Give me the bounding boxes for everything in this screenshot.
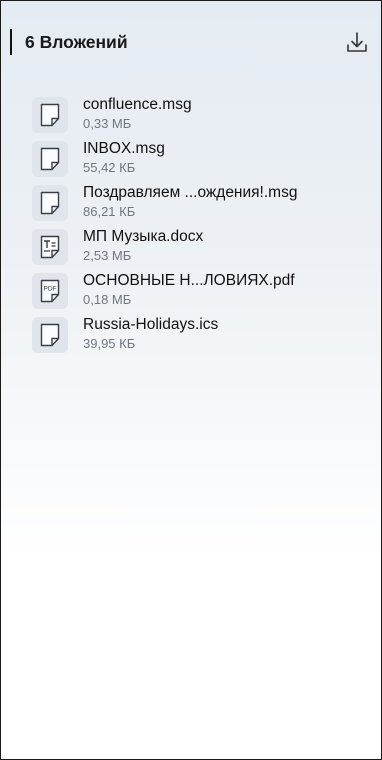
generic-file-icon <box>32 141 68 177</box>
attachment-name: МП Музыка.docx <box>83 228 204 245</box>
attachment-size: 39,95 КБ <box>83 336 136 351</box>
download-icon <box>347 32 367 52</box>
attachment-name: INBOX.msg <box>83 140 165 157</box>
generic-file-icon <box>32 317 68 353</box>
attachment-size: 2,53 МБ <box>83 248 132 263</box>
attachment-size: 0,18 МБ <box>83 292 132 307</box>
attachments-title: 6 Вложений <box>25 32 128 52</box>
attachment-item[interactable]: Russia-Holidays.ics 39,95 КБ <box>1 313 381 357</box>
attachment-size: 55,42 КБ <box>83 160 136 175</box>
attachment-name: Russia-Holidays.ics <box>83 316 219 333</box>
header-accent-bar <box>10 29 12 55</box>
download-all-button[interactable] <box>343 29 371 57</box>
attachment-item[interactable]: Поздравляем ...ождения!.msg 86,21 КБ <box>1 181 381 225</box>
generic-file-icon <box>32 97 68 133</box>
attachment-size: 86,21 КБ <box>83 204 136 219</box>
text-document-icon <box>32 229 68 265</box>
attachment-item[interactable]: PDF ОСНОВНЫЕ Н...ЛОВИЯХ.pdf 0,18 МБ <box>1 269 381 313</box>
attachment-name: Поздравляем ...ождения!.msg <box>83 184 298 201</box>
attachment-item[interactable]: INBOX.msg 55,42 КБ <box>1 137 381 181</box>
attachments-header: 6 Вложений <box>1 1 381 81</box>
pdf-icon-label: PDF <box>44 286 57 293</box>
attachments-panel: 6 Вложений confluence.msg 0,33 МБ INBOX.… <box>0 0 382 760</box>
generic-file-icon <box>32 185 68 221</box>
attachment-name: confluence.msg <box>83 96 192 113</box>
attachment-size: 0,33 МБ <box>83 116 132 131</box>
attachment-name: ОСНОВНЫЕ Н...ЛОВИЯХ.pdf <box>83 272 295 289</box>
pdf-file-icon: PDF <box>32 273 68 309</box>
attachment-item[interactable]: confluence.msg 0,33 МБ <box>1 93 381 137</box>
attachment-item[interactable]: МП Музыка.docx 2,53 МБ <box>1 225 381 269</box>
